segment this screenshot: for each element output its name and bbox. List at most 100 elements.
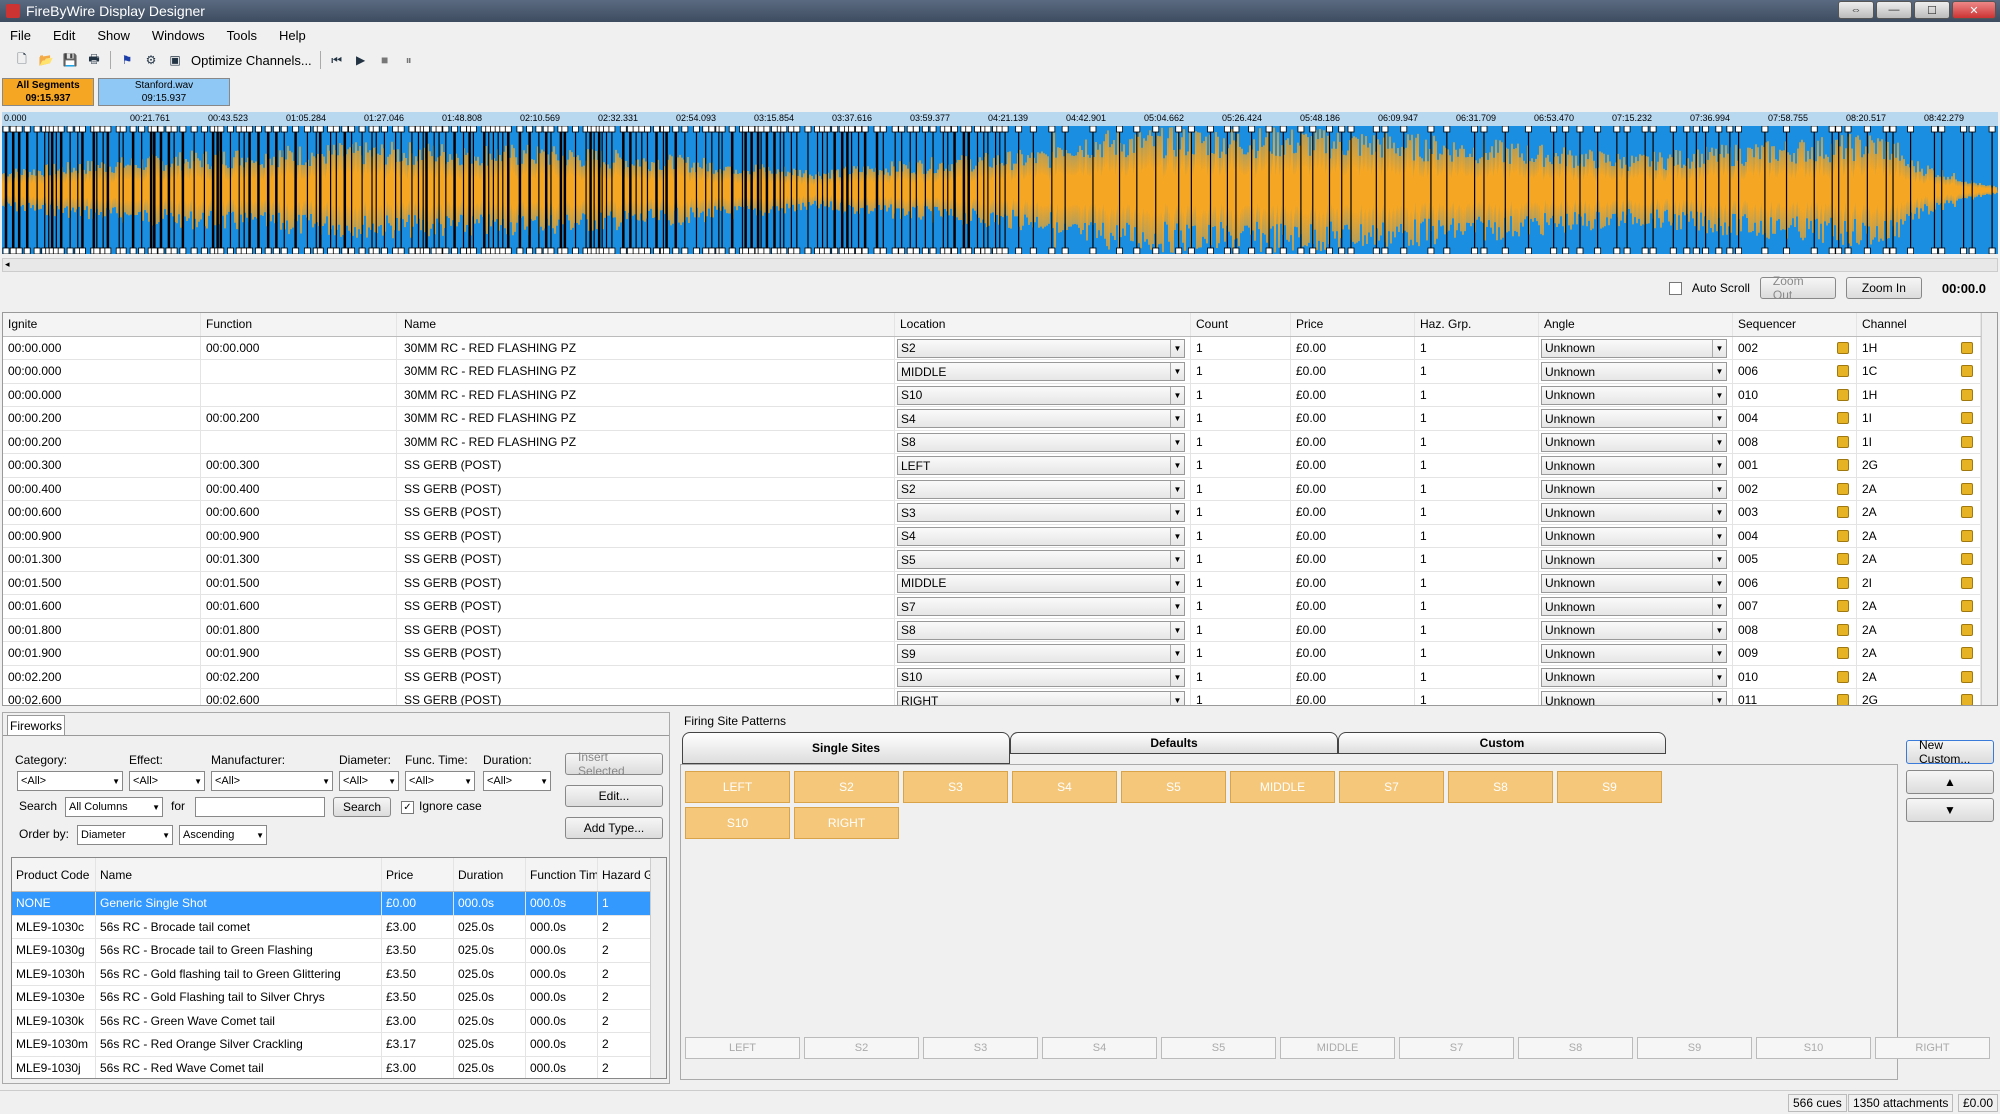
lock-icon[interactable] <box>1961 388 1973 401</box>
cue-marker-handle[interactable] <box>632 126 640 133</box>
firework-row[interactable]: MLE9-1030m 56s RC - Red Orange Silver Cra… <box>12 1033 656 1057</box>
cue-marker-handle[interactable] <box>1882 126 1890 133</box>
cue-marker-handle[interactable] <box>1641 247 1649 254</box>
auto-scroll-checkbox[interactable] <box>1668 281 1682 295</box>
cue-cell-angle[interactable]: Unknown ▼ <box>1539 477 1733 500</box>
cue-marker-handle[interactable] <box>728 126 736 133</box>
cue-cell-name[interactable]: SS GERB (POST) <box>399 501 895 524</box>
cue-cell-sequencer[interactable]: 010 <box>1733 665 1857 688</box>
cue-marker-handle[interactable] <box>1089 247 1097 254</box>
firework-row[interactable]: MLE9-1030c 56s RC - Brocade tail comet £3.… <box>12 915 656 939</box>
cue-cell-angle[interactable]: Unknown ▼ <box>1539 571 1733 594</box>
cue-cell-angle[interactable]: Unknown ▼ <box>1539 595 1733 618</box>
lock-icon[interactable] <box>1961 576 1973 589</box>
print-icon[interactable]: 🖶 <box>86 52 102 68</box>
cue-marker-handle[interactable] <box>1187 247 1195 254</box>
cue-marker-handle[interactable] <box>944 247 952 254</box>
cue-marker-handle[interactable] <box>1623 126 1631 133</box>
cue-marker-handle[interactable] <box>1594 126 1602 133</box>
cue-marker-handle[interactable] <box>138 247 146 254</box>
cue-marker-handle[interactable] <box>1938 247 1946 254</box>
site-button-s10[interactable]: S10 <box>685 807 790 839</box>
cue-cell-sequencer[interactable]: 011 <box>1733 689 1857 705</box>
cue-marker-handle[interactable] <box>316 247 324 254</box>
restore-icon[interactable]: ⇔ <box>1838 1 1874 19</box>
cue-marker-handle[interactable] <box>1613 126 1621 133</box>
cue-cell-function[interactable]: 00:00.600 <box>201 501 397 524</box>
cue-cell-price[interactable]: £0.00 <box>1291 501 1415 524</box>
cue-marker-handle[interactable] <box>1175 247 1183 254</box>
cue-cell-count[interactable]: 1 <box>1191 501 1291 524</box>
cue-marker-handle[interactable] <box>327 247 335 254</box>
cue-marker-handle[interactable] <box>1960 126 1967 133</box>
cue-marker-handle[interactable] <box>469 247 477 254</box>
site-button-s3[interactable]: S3 <box>903 771 1008 803</box>
cue-marker-handle[interactable] <box>1525 247 1532 254</box>
cue-cell-haz-grp[interactable]: 1 <box>1415 360 1539 383</box>
cue-marker-handle[interactable] <box>804 247 812 254</box>
firework-row[interactable]: MLE9-1030k 56s RC - Green Wave Comet tail… <box>12 1009 656 1033</box>
chevron-down-icon[interactable]: ▼ <box>1712 645 1726 662</box>
cue-cell-ignite[interactable]: 00:00.000 <box>3 383 201 406</box>
cue-marker-handle[interactable] <box>381 126 388 133</box>
location-select[interactable]: MIDDLE ▼ <box>897 362 1185 381</box>
cue-marker-handle[interactable] <box>1641 126 1649 133</box>
cue-cell-channel[interactable]: 2A <box>1857 665 1981 688</box>
cue-marker-handle[interactable] <box>1187 126 1195 133</box>
cue-marker-handle[interactable] <box>504 126 512 133</box>
lock-icon[interactable] <box>1837 623 1849 636</box>
cue-cell-function[interactable]: 00:01.300 <box>201 548 397 571</box>
pattern-site-s3[interactable]: S3 <box>923 1037 1038 1059</box>
cue-marker-handle[interactable] <box>516 247 524 254</box>
cue-marker-handle[interactable] <box>1116 247 1123 254</box>
angle-select[interactable]: Unknown ▼ <box>1541 338 1727 358</box>
cue-marker-handle[interactable] <box>460 126 467 133</box>
cue-marker-handle[interactable] <box>499 247 507 254</box>
cue-marker-handle[interactable] <box>1702 126 1710 133</box>
cue-cell-function[interactable] <box>201 383 397 406</box>
cue-marker-handle[interactable] <box>1968 126 1976 133</box>
chevron-down-icon[interactable]: ▼ <box>1170 527 1184 545</box>
angle-select[interactable]: Unknown ▼ <box>1541 526 1727 546</box>
cue-cell-price[interactable]: £0.00 <box>1291 571 1415 594</box>
cue-marker-handle[interactable] <box>1061 126 1069 133</box>
column-header-channel[interactable]: Channel <box>1857 313 1981 336</box>
cue-cell-location[interactable]: S2 ▼ <box>895 336 1191 359</box>
cue-marker-handle[interactable] <box>1427 247 1435 254</box>
cue-row[interactable]: 00:00.000 00:00.000 30MM RC - RED FLASHING… <box>3 336 1981 360</box>
cue-marker-handle[interactable] <box>392 247 400 254</box>
cue-marker-handle[interactable] <box>1133 247 1141 254</box>
lock-icon[interactable] <box>1837 388 1849 401</box>
cue-marker-handle[interactable] <box>1761 247 1769 254</box>
cue-marker-handle[interactable] <box>341 247 349 254</box>
pattern-site-s7[interactable]: S7 <box>1399 1037 1514 1059</box>
menu-show[interactable]: Show <box>97 28 130 43</box>
waveform-scrollbar[interactable]: ◂ <box>2 258 1998 272</box>
cue-cell-channel[interactable]: 2I <box>1857 571 1981 594</box>
cue-cell-channel[interactable]: 2A <box>1857 501 1981 524</box>
cue-marker-handle[interactable] <box>332 247 340 254</box>
column-header-ignite[interactable]: Ignite <box>3 313 201 336</box>
cue-cell-sequencer[interactable]: 007 <box>1733 595 1857 618</box>
cue-marker-handle[interactable] <box>435 247 443 254</box>
cue-marker-handle[interactable] <box>119 126 127 133</box>
cue-marker-handle[interactable] <box>1835 247 1843 254</box>
location-select[interactable]: S8 ▼ <box>897 620 1185 640</box>
cue-marker-handle[interactable] <box>33 126 41 133</box>
cue-cell-ignite[interactable]: 00:01.900 <box>3 642 201 665</box>
cue-marker-handle[interactable] <box>1810 247 1818 254</box>
cue-marker-handle[interactable] <box>891 126 899 133</box>
cue-cell-price[interactable]: £0.00 <box>1291 360 1415 383</box>
cue-marker-handle[interactable] <box>1232 126 1240 133</box>
zoom-in-button[interactable]: Zoom In <box>1845 277 1922 299</box>
angle-select[interactable]: Unknown ▼ <box>1541 479 1727 499</box>
cue-cell-channel[interactable]: 2A <box>1857 477 1981 500</box>
cue-marker-handle[interactable] <box>93 126 101 133</box>
cue-marker-handle[interactable] <box>9 126 17 133</box>
cue-marker-handle[interactable] <box>104 126 112 133</box>
cue-cell-location[interactable]: S4 ▼ <box>895 524 1191 547</box>
cue-cell-location[interactable]: S7 ▼ <box>895 595 1191 618</box>
cue-marker-handle[interactable] <box>951 247 958 254</box>
cue-marker-handle[interactable] <box>79 247 86 254</box>
cue-marker-handle[interactable] <box>693 126 700 133</box>
